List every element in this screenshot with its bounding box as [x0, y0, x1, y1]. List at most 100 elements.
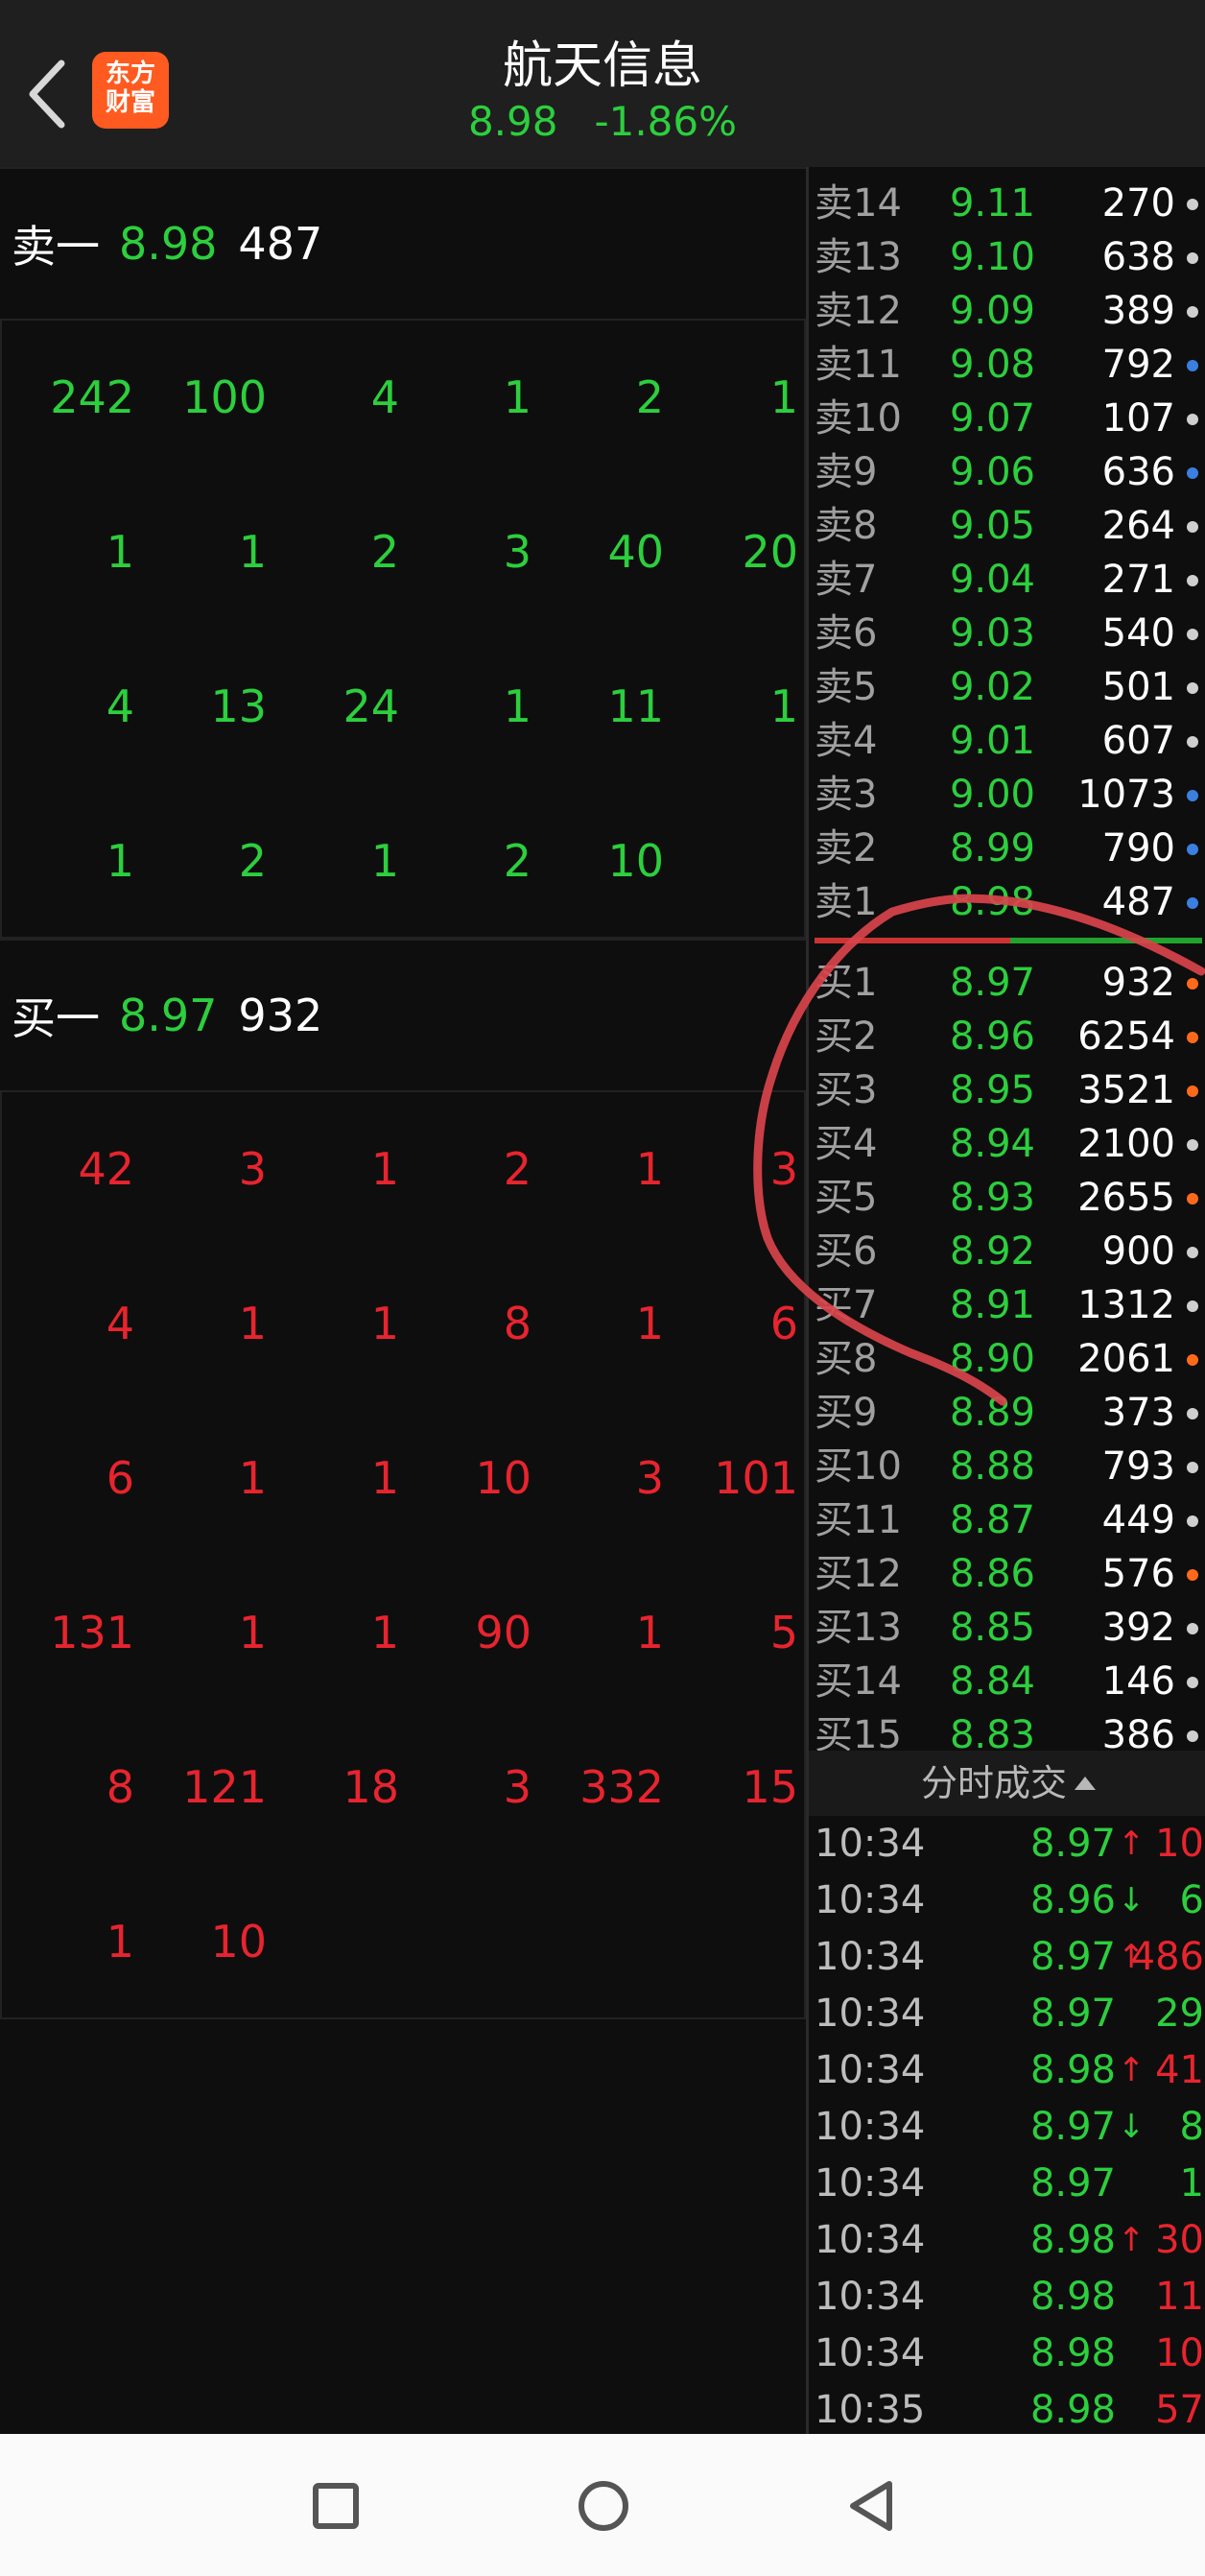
- bid-level-row[interactable]: 买15 8.83 386: [809, 1708, 1205, 1751]
- ask-level-row[interactable]: 卖3 9.00 1073: [809, 768, 1205, 822]
- level-label: 卖4: [815, 719, 878, 763]
- level-label: 卖10: [815, 396, 902, 441]
- queue-row: 1 1 2 3 40 20: [2, 475, 804, 630]
- trade-price: 8.98: [1029, 2331, 1116, 2375]
- bid-level-row[interactable]: 买7 8.91 1312: [809, 1278, 1205, 1332]
- bid-level-row[interactable]: 买6 8.92 900: [809, 1225, 1205, 1278]
- level-label: 卖5: [815, 665, 878, 709]
- ask-level-row[interactable]: 卖1 8.98 487: [809, 875, 1205, 929]
- level-price: 9.10: [949, 235, 1035, 279]
- queue-order-size: 1: [503, 371, 532, 423]
- trade-row: 10:34 8.97 29: [809, 1986, 1205, 2042]
- level-volume: 389: [1101, 289, 1175, 333]
- bid-level-row[interactable]: 买14 8.84 146: [809, 1655, 1205, 1708]
- trade-row: 10:34 8.98 10: [809, 2326, 1205, 2382]
- level-volume: 2100: [1077, 1122, 1175, 1166]
- recents-square-icon[interactable]: [302, 2472, 369, 2540]
- queue-order-size: 3: [503, 526, 532, 578]
- bid-level-row[interactable]: 买13 8.85 392: [809, 1601, 1205, 1655]
- level-label: 买10: [815, 1444, 902, 1489]
- level-volume: 271: [1101, 558, 1175, 602]
- buy-one-summary[interactable]: 买一 8.97 932: [0, 939, 806, 1092]
- level-volume: 146: [1101, 1659, 1175, 1704]
- level-label: 买15: [815, 1713, 902, 1751]
- level-price: 8.83: [949, 1713, 1035, 1751]
- level-volume: 373: [1101, 1391, 1175, 1435]
- level-price: 9.08: [949, 343, 1035, 387]
- trade-price: 8.98: [1029, 2218, 1116, 2262]
- trade-time: 10:34: [815, 2218, 926, 2262]
- back-triangle-icon[interactable]: [838, 2472, 905, 2540]
- level-label: 卖9: [815, 450, 878, 494]
- trades-header[interactable]: 分时成交: [809, 1751, 1205, 1816]
- trade-volume: 29: [1155, 1992, 1204, 2036]
- bid-level-row[interactable]: 买3 8.95 3521: [809, 1063, 1205, 1117]
- queue-order-size: 1: [635, 1607, 664, 1658]
- level-indicator-dot: [1187, 1569, 1198, 1581]
- level-volume: 449: [1101, 1498, 1175, 1542]
- trade-row: 10:34 8.97 ↓ 8: [809, 2099, 1205, 2156]
- level-price: 8.97: [949, 961, 1035, 1005]
- ask-level-row[interactable]: 卖7 9.04 271: [809, 553, 1205, 607]
- level-indicator-dot: [1187, 1139, 1198, 1151]
- bid-level-row[interactable]: 买12 8.86 576: [809, 1547, 1205, 1601]
- bid-level-row[interactable]: 买9 8.89 373: [809, 1386, 1205, 1440]
- level-indicator-dot: [1187, 1032, 1198, 1043]
- trade-row: 10:34 8.96 ↓ 6: [809, 1872, 1205, 1929]
- bid-level-row[interactable]: 买10 8.88 793: [809, 1440, 1205, 1493]
- ask-level-row[interactable]: 卖5 9.02 501: [809, 660, 1205, 714]
- buy-one-volume: 932: [238, 990, 323, 1041]
- level-label: 卖8: [815, 504, 878, 548]
- level-price: 8.90: [949, 1337, 1035, 1381]
- ask-level-row[interactable]: 卖9 9.06 636: [809, 445, 1205, 499]
- level-label: 买1: [815, 961, 878, 1005]
- bid-level-row[interactable]: 买11 8.87 449: [809, 1493, 1205, 1547]
- bid-level-row[interactable]: 买5 8.93 2655: [809, 1171, 1205, 1225]
- level-price: 8.85: [949, 1606, 1035, 1650]
- arrow-up-icon: ↑: [1118, 2221, 1146, 2259]
- current-price: 8.98: [467, 98, 558, 145]
- sell-one-summary[interactable]: 卖一 8.98 487: [0, 167, 806, 321]
- ask-level-row[interactable]: 卖10 9.07 107: [809, 392, 1205, 445]
- bid-level-row[interactable]: 买1 8.97 932: [809, 956, 1205, 1010]
- queue-order-size: 8: [106, 1761, 134, 1813]
- queue-row: 8 121 18 3 332 15: [2, 1710, 804, 1865]
- bid-level-row[interactable]: 买8 8.90 2061: [809, 1332, 1205, 1386]
- ask-level-row[interactable]: 卖6 9.03 540: [809, 607, 1205, 660]
- queue-row: 131 1 1 90 1 5: [2, 1556, 804, 1710]
- ask-level-row[interactable]: 卖4 9.01 607: [809, 714, 1205, 768]
- level-volume: 386: [1101, 1713, 1175, 1751]
- level-indicator-dot: [1187, 1247, 1198, 1258]
- queue-order-size: 1: [370, 1607, 399, 1658]
- trade-volume: 57: [1155, 2388, 1204, 2432]
- trade-time: 10:34: [815, 2161, 926, 2206]
- ask-level-row[interactable]: 卖14 9.11 270: [809, 177, 1205, 230]
- ask-level-row[interactable]: 卖8 9.05 264: [809, 499, 1205, 553]
- stock-name-title: 航天信息: [502, 37, 702, 95]
- ask-level-row[interactable]: 卖11 9.08 792: [809, 338, 1205, 392]
- trade-volume: 10: [1155, 2331, 1204, 2375]
- bid-ask-separator: [815, 938, 1202, 943]
- queue-order-size: 1: [106, 1916, 134, 1968]
- home-circle-icon[interactable]: [570, 2472, 637, 2540]
- buy-queue-grid: 42 3 1 2 1 3 4 1 1 8 1 6 6 1 1 10 3 101 131 1 1 90 1 5 8 121 18 3 33…: [0, 1092, 806, 2019]
- trade-time: 10:34: [815, 2331, 926, 2375]
- ask-level-row[interactable]: 卖12 9.09 389: [809, 284, 1205, 338]
- trade-time: 10:34: [815, 2275, 926, 2319]
- queue-order-size: 13: [210, 680, 267, 732]
- queue-order-size: 90: [475, 1607, 532, 1658]
- level-label: 卖13: [815, 235, 902, 279]
- level-indicator-dot: [1187, 1193, 1198, 1205]
- ask-level-row[interactable]: 卖13 9.10 638: [809, 230, 1205, 284]
- order-book[interactable]: 卖14 9.11 270 卖13 9.10 638 卖12 9.09 389 卖11 9.08 792…: [809, 167, 1205, 1751]
- trade-price: 8.98: [1029, 2275, 1116, 2319]
- queue-order-size: 10: [607, 835, 664, 887]
- queue-order-size: 1: [635, 1143, 664, 1195]
- level-price: 8.99: [949, 826, 1035, 871]
- bid-level-row[interactable]: 买4 8.94 2100: [809, 1117, 1205, 1171]
- trade-price: 8.97: [1029, 1935, 1116, 1979]
- ask-level-row[interactable]: 卖2 8.99 790: [809, 822, 1205, 875]
- bid-level-row[interactable]: 买2 8.96 6254: [809, 1010, 1205, 1063]
- level-indicator-dot: [1187, 629, 1198, 640]
- level-indicator-dot: [1187, 306, 1198, 318]
